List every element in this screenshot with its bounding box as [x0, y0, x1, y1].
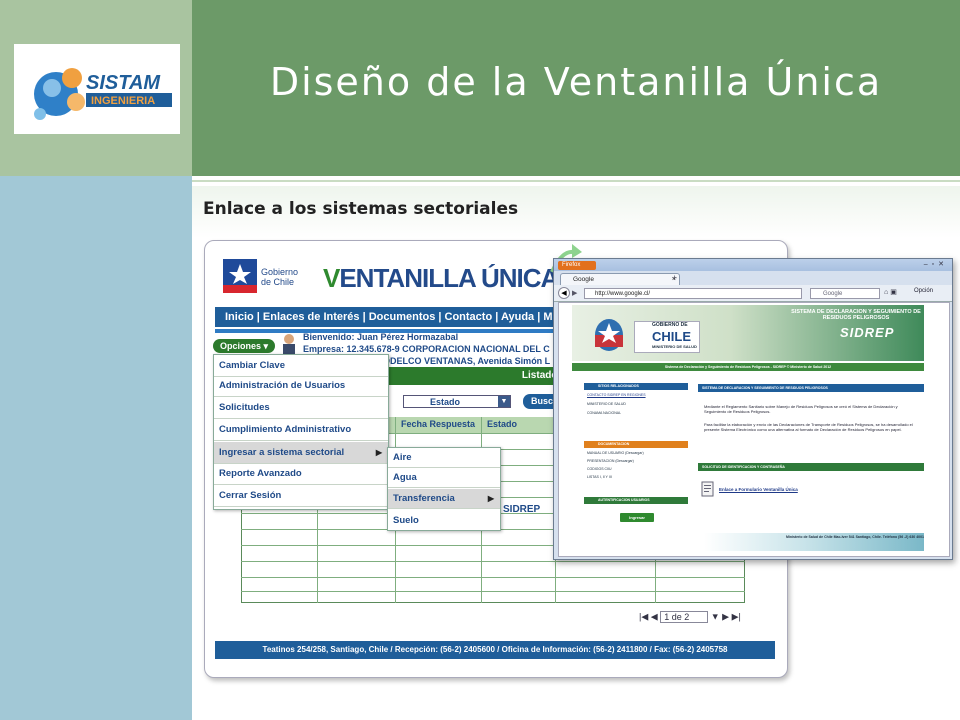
- link-manual-usuario[interactable]: MANUAL DE USUARIO (Descargar): [587, 451, 644, 455]
- submenu-item-agua[interactable]: Agua: [388, 468, 500, 488]
- logo-text: SISTAM: [86, 72, 161, 94]
- gobierno-label: Gobierno de Chile: [261, 267, 299, 287]
- sistam-logo: SISTAM INGENIERIA: [14, 44, 180, 134]
- submenu-item-label: Transferencia: [393, 493, 455, 504]
- sistam-logo-graphic: SISTAM INGENIERIA: [34, 68, 172, 120]
- back-icon[interactable]: ◀: [558, 287, 570, 299]
- title-divider-shadow: [192, 180, 960, 182]
- user-avatar-icon: [283, 334, 295, 355]
- menu-item-label: Ingresar a sistema sectorial: [219, 447, 345, 458]
- tab-title: Google: [573, 276, 594, 283]
- table-pager: |◀ ◀ 1 de 2 ▼ ▶ ▶|: [639, 611, 741, 623]
- search-input[interactable]: Google: [810, 288, 880, 299]
- submenu-item-aire[interactable]: Aire: [388, 448, 500, 468]
- opciones-label: Opciones: [220, 341, 262, 351]
- submenu-item-transferencia[interactable]: Transferencia ▶: [388, 489, 500, 509]
- document-icon: [701, 481, 714, 497]
- enlace-formulario-link[interactable]: Enlace a Formulario Ventanilla Única: [719, 487, 798, 492]
- content-header: SISTEMA DE DECLARACION Y SEGUIMIENTO DE …: [698, 384, 924, 392]
- sidrep-cell[interactable]: SIDREP: [503, 504, 540, 515]
- dropdown-arrow-icon: ▼: [498, 396, 510, 407]
- opciones-menu: Cambiar Clave Administración de Usuarios…: [213, 354, 389, 510]
- toolbar-icons[interactable]: ⌂▣: [884, 288, 899, 296]
- logo-subtext: INGENIERIA: [91, 95, 155, 107]
- sidrep-logo-text: SIDREP: [840, 325, 895, 340]
- autentificacion-header: AUTENTIFICACION USUARIOS: [584, 497, 688, 504]
- link-presentacion[interactable]: PRESENTACION (Descargar): [587, 459, 634, 463]
- chevron-down-icon: ▾: [263, 341, 269, 351]
- slide-left-bottom-band: [0, 176, 192, 720]
- submenu-item-suelo[interactable]: Suelo: [388, 511, 500, 531]
- brand-initial: V: [323, 263, 340, 293]
- menu-item-solicitudes[interactable]: Solicitudes: [214, 397, 388, 419]
- browser-tab[interactable]: Google ×: [560, 273, 680, 285]
- sidrep-footer-text: Ministerio de Salud de Chile Mac-Iver 54…: [785, 535, 924, 539]
- portal-footer: Teatinos 254/258, Santiago, Chile / Rece…: [215, 641, 775, 659]
- column-header-fecha-respuesta: Fecha Respuesta: [401, 419, 476, 429]
- link-ministerio-salud[interactable]: MINISTERIO DE SALUD: [587, 402, 626, 406]
- address-value: ODELCO VENTANAS, Avenida Simón L: [383, 356, 551, 366]
- slide-title: Diseño de la Ventanilla Única: [269, 60, 883, 104]
- forward-icon[interactable]: ▶: [572, 289, 577, 297]
- prev-page-icon[interactable]: ◀: [651, 611, 658, 621]
- welcome-name: Juan Pérez Hormazabal: [357, 332, 459, 342]
- welcome-label: Bienvenido:: [303, 332, 355, 342]
- menu-item-cerrar-sesion[interactable]: Cerrar Sesión: [214, 485, 388, 507]
- sitios-relacionados-header: SITIOS RELACIONADOS: [584, 383, 688, 390]
- menu-item-ingresar-sistema-sectorial[interactable]: Ingresar a sistema sectorial ▶: [214, 442, 388, 464]
- firefox-menu-button[interactable]: Firefox: [558, 261, 596, 270]
- link-listas[interactable]: LISTAS I, II Y III: [587, 475, 612, 479]
- window-controls[interactable]: –▫✕: [924, 260, 948, 268]
- gobierno-chile-emblem: [223, 259, 257, 293]
- dropdown-arrow-icon[interactable]: ▼: [711, 611, 720, 621]
- estado-select-value: Estado: [430, 397, 461, 407]
- sistema-sectorial-submenu: Aire Agua Transferencia ▶ Suelo: [387, 447, 501, 531]
- estado-select[interactable]: Estado ▼: [403, 395, 511, 408]
- menu-item-cambiar-clave[interactable]: Cambiar Clave: [214, 355, 388, 377]
- submenu-arrow-icon: ▶: [375, 448, 382, 457]
- column-header-estado: Estado: [487, 419, 518, 429]
- chile-label: CHILE: [652, 329, 691, 344]
- page-select[interactable]: 1 de 2: [660, 611, 709, 623]
- intro-paragraph: Mediante el Reglamento Sanitario sobre M…: [704, 404, 898, 414]
- menu-item-administracion-usuarios[interactable]: Administración de Usuarios: [214, 375, 388, 397]
- browser-title-bar: [554, 259, 952, 271]
- gobierno-label: GOBIERNO DE: [652, 322, 688, 328]
- first-page-icon[interactable]: |◀: [639, 611, 648, 621]
- system-name: SISTEMA DE DECLARACION Y SEGUIMIENTO DE …: [791, 309, 921, 321]
- sidrep-strip: Sistema de Declaración y Seguimiento de …: [572, 363, 924, 371]
- menu-item-reporte-avanzado[interactable]: Reporte Avanzado: [214, 463, 388, 485]
- slide-subtitle: Enlace a los sistemas sectoriales: [203, 199, 519, 219]
- menu-item-cumplimiento-administrativo[interactable]: Cumplimiento Administrativo: [214, 419, 388, 441]
- link-contacto-regiones[interactable]: CONTACTO SIDREP EN REGIONES: [587, 393, 646, 397]
- link-codigos-ciiu[interactable]: CODIGOS CIIU: [587, 467, 612, 471]
- url-bar[interactable]: http://www.google.cl/: [584, 288, 802, 299]
- chile-coat-of-arms-icon: [595, 319, 623, 351]
- submenu-arrow-icon: ▶: [487, 494, 494, 503]
- next-page-icon[interactable]: ▶: [722, 611, 729, 621]
- last-page-icon[interactable]: ▶|: [732, 611, 741, 621]
- ministerio-label: MINISTERIO DE SALUD: [652, 344, 697, 349]
- options-menu-button[interactable]: Opción: [914, 288, 933, 294]
- opciones-button[interactable]: Opciones ▾: [213, 339, 275, 353]
- empresa-label: Empresa:: [303, 344, 345, 354]
- ingresar-button[interactable]: Ingresar: [620, 513, 654, 522]
- new-tab-button[interactable]: +: [672, 273, 677, 283]
- link-conama[interactable]: CONAMA NACIONAL: [587, 411, 621, 415]
- browser-window-screenshot: Firefox –▫✕ Google × + ◀ ▶ http://www.goo…: [553, 258, 953, 560]
- documentacion-header: DOCUMENTACION: [584, 441, 688, 448]
- empresa-value: 12.345.678-9 CORPORACION NACIONAL DEL C: [346, 344, 550, 354]
- description-paragraph: Para facilitar la elaboración y envío de…: [704, 422, 913, 432]
- solicitud-header: SOLICITUD DE IDENTIFICACION Y CONTRASEÑA: [698, 463, 924, 471]
